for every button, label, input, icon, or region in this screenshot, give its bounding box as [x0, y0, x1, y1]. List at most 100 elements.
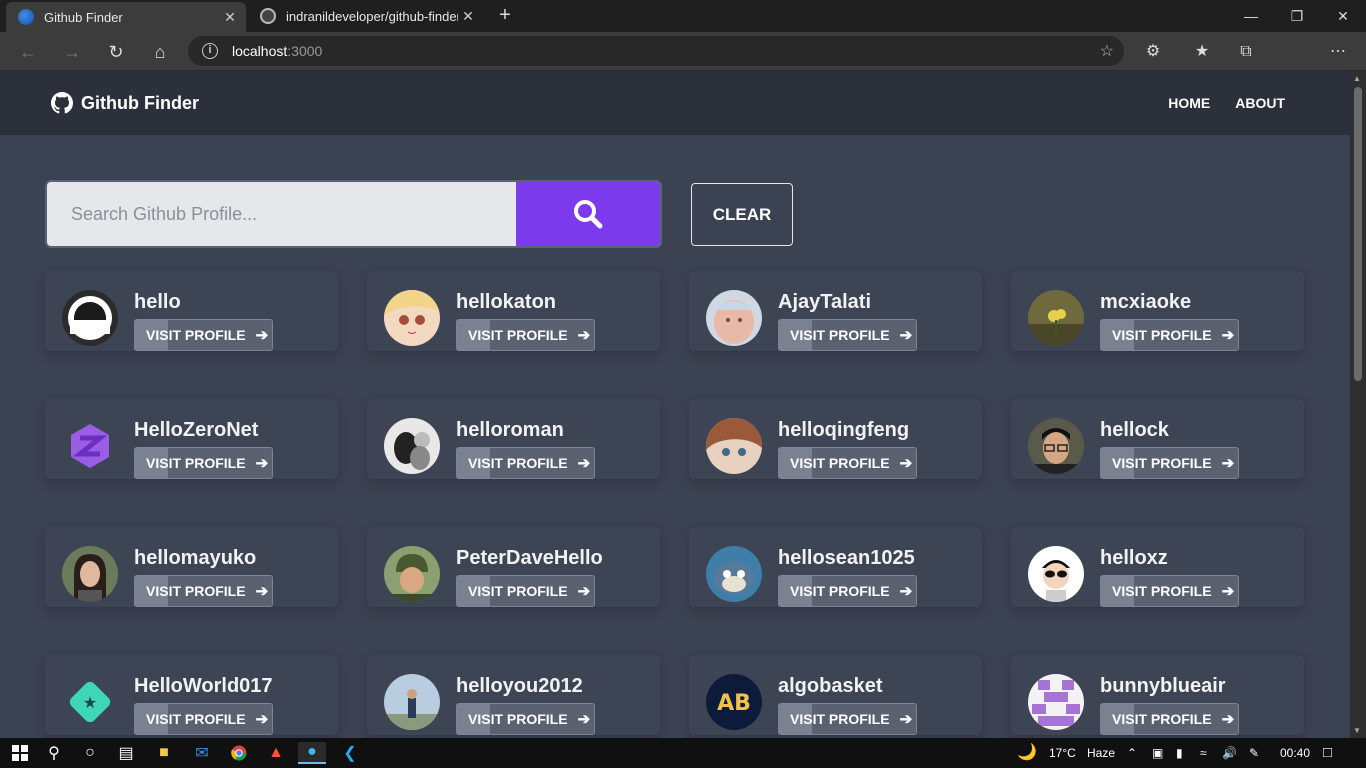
weather-temp[interactable]: 17°C	[1049, 738, 1076, 768]
address-field[interactable]: i localhost:3000 ☆	[188, 36, 1124, 66]
forward-icon[interactable]: →	[60, 40, 84, 64]
user-avatar	[384, 546, 440, 602]
nav-about-link[interactable]: ABOUT	[1235, 95, 1285, 111]
brand[interactable]: Github Finder	[51, 92, 199, 114]
edge-taskbar-icon[interactable]: ●	[298, 742, 326, 764]
visit-profile-button[interactable]: VISIT PROFILE ➔	[778, 319, 917, 351]
search-form	[45, 180, 662, 248]
visit-profile-button[interactable]: VISIT PROFILE ➔	[1100, 319, 1239, 351]
user-login: hellomayuko	[134, 547, 257, 569]
vscode-icon[interactable]: ❮	[336, 742, 364, 764]
user-login: HelloWorld017	[134, 675, 273, 697]
refresh-icon[interactable]: ↻	[104, 40, 128, 64]
visit-profile-label: VISIT PROFILE	[790, 711, 890, 727]
scrollbar-thumb[interactable]	[1354, 87, 1362, 381]
close-tab-icon[interactable]: ✕	[458, 8, 478, 25]
svg-text:AB: AB	[717, 691, 751, 716]
user-login: mcxiaoke	[1100, 291, 1192, 313]
tray-chevron-icon[interactable]: ⌃	[1127, 738, 1137, 768]
search-taskbar-icon[interactable]: ⚲	[40, 742, 68, 764]
visit-profile-button[interactable]: VISIT PROFILE ➔	[456, 575, 595, 607]
visit-profile-button[interactable]: VISIT PROFILE ➔	[456, 319, 595, 351]
user-login: AjayTalati	[778, 291, 871, 313]
visit-profile-label: VISIT PROFILE	[1112, 327, 1212, 343]
visit-profile-button[interactable]: VISIT PROFILE ➔	[456, 447, 595, 479]
volume-icon[interactable]: 🔊	[1222, 738, 1237, 768]
arrow-right-icon: ➔	[255, 327, 269, 344]
app-viewport: Github Finder HOME ABOUT CLEAR hello VISI…	[0, 71, 1350, 738]
notifications-icon[interactable]: □	[1323, 738, 1332, 768]
user-avatar	[1028, 674, 1084, 730]
tab-title: indranildeveloper/github-finder-	[286, 8, 458, 24]
mail-icon[interactable]: ✉	[188, 742, 216, 764]
visit-profile-label: VISIT PROFILE	[146, 455, 246, 471]
brave-icon[interactable]: ▲	[262, 742, 290, 764]
search-button[interactable]	[516, 182, 660, 246]
wifi-icon[interactable]: ≈	[1200, 738, 1207, 768]
arrow-right-icon: ➔	[899, 455, 913, 472]
search-input[interactable]	[47, 182, 515, 246]
windows-start-icon[interactable]	[6, 742, 34, 764]
nav-home-link[interactable]: HOME	[1168, 95, 1210, 111]
visit-profile-button[interactable]: VISIT PROFILE ➔	[778, 447, 917, 479]
cortana-icon[interactable]: ○	[76, 742, 104, 764]
visit-profile-label: VISIT PROFILE	[1112, 583, 1212, 599]
weather-desc[interactable]: Haze	[1087, 738, 1115, 768]
visit-profile-button[interactable]: VISIT PROFILE ➔	[134, 447, 273, 479]
favorites-icon[interactable]: ★	[1190, 40, 1214, 64]
github-logo-icon	[51, 92, 73, 114]
visit-profile-button[interactable]: VISIT PROFILE ➔	[134, 575, 273, 607]
tab-title: Github Finder	[44, 9, 123, 25]
restore-icon[interactable]: ❐	[1274, 0, 1320, 32]
extensions-icon[interactable]: ⚙	[1141, 40, 1165, 64]
page-scrollbar[interactable]: ▲ ▼	[1350, 71, 1366, 738]
arrow-right-icon: ➔	[255, 455, 269, 472]
user-login: PeterDaveHello	[456, 547, 603, 569]
visit-profile-button[interactable]: VISIT PROFILE ➔	[456, 703, 595, 735]
task-view-icon[interactable]: ▤	[112, 742, 140, 764]
visit-profile-label: VISIT PROFILE	[1112, 455, 1212, 471]
user-avatar	[384, 290, 440, 346]
home-icon[interactable]: ⌂	[148, 40, 172, 64]
close-window-icon[interactable]: ✕	[1320, 0, 1366, 32]
add-favorite-icon[interactable]: ☆	[1100, 41, 1114, 61]
visit-profile-label: VISIT PROFILE	[790, 583, 890, 599]
chrome-icon[interactable]	[225, 742, 253, 764]
visit-profile-button[interactable]: VISIT PROFILE ➔	[134, 319, 273, 351]
arrow-right-icon: ➔	[577, 583, 591, 600]
scroll-up-icon[interactable]: ▲	[1353, 74, 1361, 83]
new-tab-icon[interactable]: +	[494, 4, 516, 26]
arrow-right-icon: ➔	[899, 711, 913, 728]
scroll-down-icon[interactable]: ▼	[1353, 726, 1361, 735]
battery-icon[interactable]: ▮	[1176, 738, 1183, 768]
visit-profile-label: VISIT PROFILE	[790, 327, 890, 343]
tab-github-finder[interactable]: Github Finder ✕	[6, 2, 246, 32]
clear-button[interactable]: CLEAR	[691, 183, 793, 246]
visit-profile-button[interactable]: VISIT PROFILE ➔	[1100, 447, 1239, 479]
visit-profile-button[interactable]: VISIT PROFILE ➔	[778, 703, 917, 735]
user-card: bunnyblueair VISIT PROFILE ➔	[1011, 655, 1304, 735]
visit-profile-button[interactable]: VISIT PROFILE ➔	[1100, 703, 1239, 735]
browser-tab-strip: Github Finder ✕ indranildeveloper/github…	[0, 0, 1366, 32]
visit-profile-button[interactable]: VISIT PROFILE ➔	[1100, 575, 1239, 607]
pen-icon[interactable]: ✎	[1249, 738, 1259, 768]
user-card: hellomayuko VISIT PROFILE ➔	[45, 527, 338, 607]
clock[interactable]: 00:40	[1280, 738, 1310, 768]
collections-icon[interactable]: ⧉	[1234, 40, 1258, 64]
user-login: HelloZeroNet	[134, 419, 259, 441]
arrow-right-icon: ➔	[899, 327, 913, 344]
tab-github-repo[interactable]: indranildeveloper/github-finder- ✕	[248, 0, 484, 32]
user-login: helloxz	[1100, 547, 1168, 569]
visit-profile-button[interactable]: VISIT PROFILE ➔	[134, 703, 273, 735]
file-explorer-icon[interactable]: ■	[150, 742, 178, 764]
minimize-icon[interactable]: —	[1228, 0, 1274, 32]
app-navbar: Github Finder HOME ABOUT	[0, 71, 1350, 135]
visit-profile-button[interactable]: VISIT PROFILE ➔	[778, 575, 917, 607]
close-tab-icon[interactable]: ✕	[220, 9, 240, 26]
back-icon[interactable]: ←	[16, 40, 40, 64]
info-icon[interactable]: i	[202, 43, 218, 59]
visit-profile-label: VISIT PROFILE	[468, 327, 568, 343]
visit-profile-label: VISIT PROFILE	[468, 455, 568, 471]
meet-icon[interactable]: ▣	[1152, 738, 1163, 768]
more-menu-icon[interactable]: ⋯	[1326, 40, 1350, 64]
